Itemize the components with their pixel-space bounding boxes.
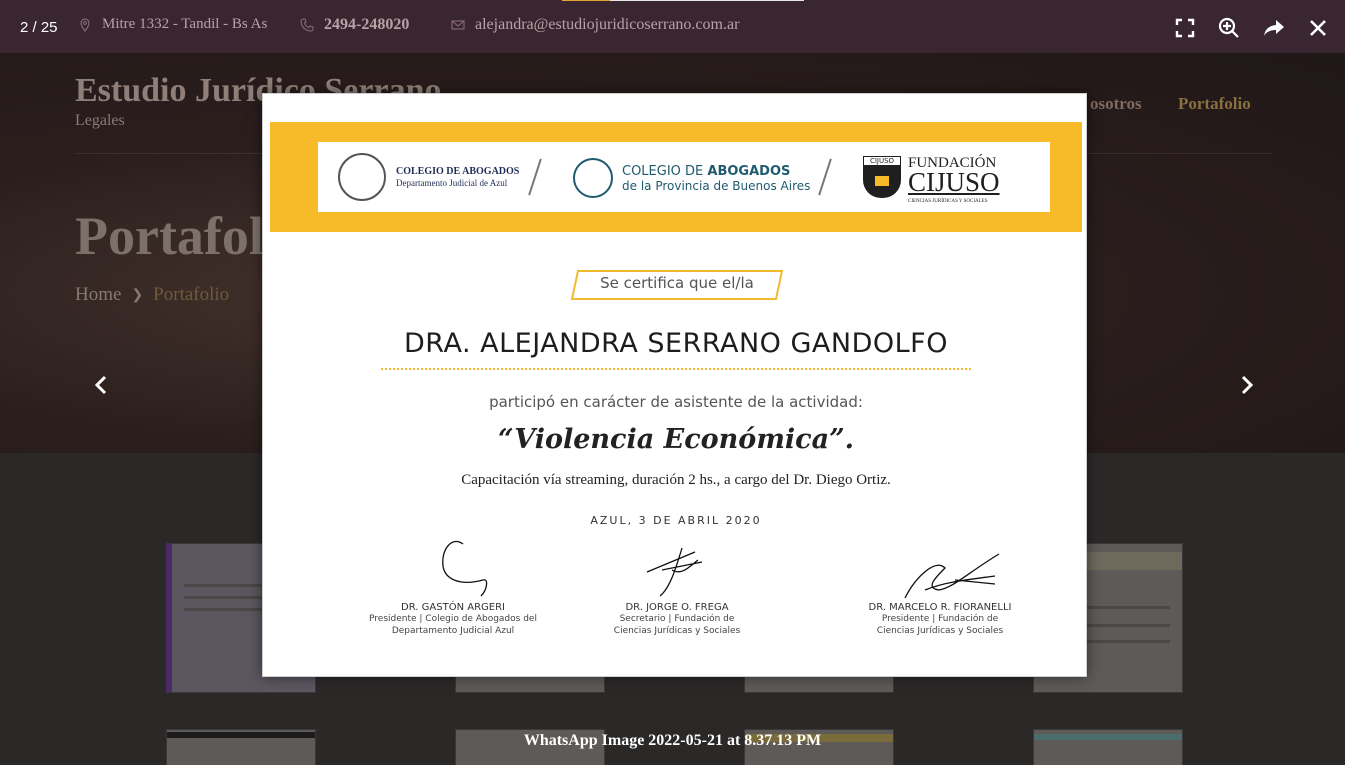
breadcrumb-current: Portafolio	[153, 284, 230, 305]
signature-role: Departamento Judicial Azul	[391, 626, 515, 636]
previous-button[interactable]	[86, 370, 116, 400]
certificate-header: COLEGIO DE ABOGADOS Departamento Judicia…	[270, 122, 1082, 232]
certificate-activity: “Violencia Económica”.	[497, 424, 855, 455]
slide-counter: 2 / 25	[20, 19, 58, 36]
certificate-role: participó en carácter de asistente de la…	[489, 393, 863, 411]
logo-divider	[818, 158, 832, 196]
lightbox-image[interactable]: COLEGIO DE ABOGADOS Departamento Judicia…	[262, 93, 1087, 677]
logo2-title-a: COLEGIO DE	[622, 164, 704, 179]
colegio-provincia-seal-icon	[573, 158, 613, 198]
signature-block: DR. JORGE O. FREGA Secretario | Fundació…	[602, 540, 752, 637]
nav-item-nosotros[interactable]: osotros	[1090, 94, 1142, 114]
share-icon	[1264, 20, 1284, 36]
logo-divider	[528, 158, 542, 196]
logo2-title: COLEGIO DE ABOGADOS	[622, 164, 790, 179]
signature-block: DR. MARCELO R. FIORANELLI Presidente | F…	[850, 540, 1030, 637]
logo1-title: COLEGIO DE ABOGADOS	[396, 166, 520, 177]
next-button[interactable]	[1232, 370, 1262, 400]
signature-name: DR. GASTÓN ARGERI	[401, 602, 505, 613]
zoom-in-icon	[1218, 17, 1239, 38]
signature-role: Presidente | Fundación de	[881, 614, 999, 624]
logo2-subtitle: de la Provincia de Buenos Aires	[622, 179, 811, 193]
breadcrumb-chevron-icon: ❯	[131, 287, 144, 303]
certificate-dotted-line	[381, 368, 971, 370]
nav-item-portafolio[interactable]: Portafolio	[1178, 94, 1251, 114]
fullscreen-icon	[1175, 18, 1195, 38]
logo3-title-b: CIJUSO	[908, 167, 1000, 197]
signature-role: Secretario | Fundación de	[619, 614, 735, 624]
cijuso-book-icon	[875, 176, 889, 186]
certificate-detail: Capacitación vía streaming, duración 2 h…	[461, 472, 891, 488]
signature-scribble	[442, 540, 488, 597]
close-icon	[1310, 20, 1326, 36]
lightbox-progress-fill	[562, 0, 611, 1]
logo1-subtitle: Departamento Judicial de Azul	[396, 178, 508, 188]
colegio-azul-seal-icon	[338, 153, 386, 201]
certificate-recipient: DRA. ALEJANDRA SERRANO GANDOLFO	[404, 328, 948, 359]
lightbox-caption: WhatsApp Image 2022-05-21 at 8.37.13 PM	[523, 732, 822, 749]
zoom-in-button[interactable]	[1215, 14, 1243, 42]
signature-block: DR. GASTÓN ARGERI Presidente | Colegio d…	[358, 540, 548, 637]
share-button[interactable]	[1260, 14, 1288, 42]
signature-role: Ciencias Jurídicas y Sociales	[876, 626, 1004, 636]
certificate-logos: COLEGIO DE ABOGADOS Departamento Judicia…	[318, 142, 1050, 212]
fullscreen-button[interactable]	[1171, 14, 1199, 42]
cijuso-shield-icon: CIJUSO	[863, 156, 901, 198]
chevron-right-icon	[1241, 375, 1254, 395]
cijuso-shield-label: CIJUSO	[863, 156, 901, 166]
certificate-date: AZUL, 3 DE ABRIL 2020	[590, 514, 762, 527]
breadcrumb: Home ❯ Portafolio	[75, 284, 229, 306]
breadcrumb-home[interactable]: Home	[75, 284, 121, 306]
signature-scribble	[904, 553, 1000, 599]
chevron-left-icon	[94, 375, 107, 395]
lightbox-toolbar	[0, 0, 1345, 53]
logo2-title-b: ABOGADOS	[707, 164, 791, 179]
signature-scribble	[646, 547, 703, 597]
logo3-subtitle: CIENCIAS JURÍDICAS Y SOCIALES	[908, 199, 988, 204]
brand-subtitle: Legales	[75, 112, 125, 129]
certificate-badge-text: Se certifica que el/la	[600, 274, 754, 292]
signature-role: Presidente | Colegio de Abogados del	[369, 614, 537, 624]
close-button[interactable]	[1304, 14, 1332, 42]
certificate: COLEGIO DE ABOGADOS Departamento Judicia…	[270, 122, 1082, 672]
signature-name: DR. JORGE O. FREGA	[625, 602, 729, 613]
signature-role: Ciencias Jurídicas y Sociales	[613, 626, 741, 636]
signature-name: DR. MARCELO R. FIORANELLI	[868, 602, 1012, 613]
